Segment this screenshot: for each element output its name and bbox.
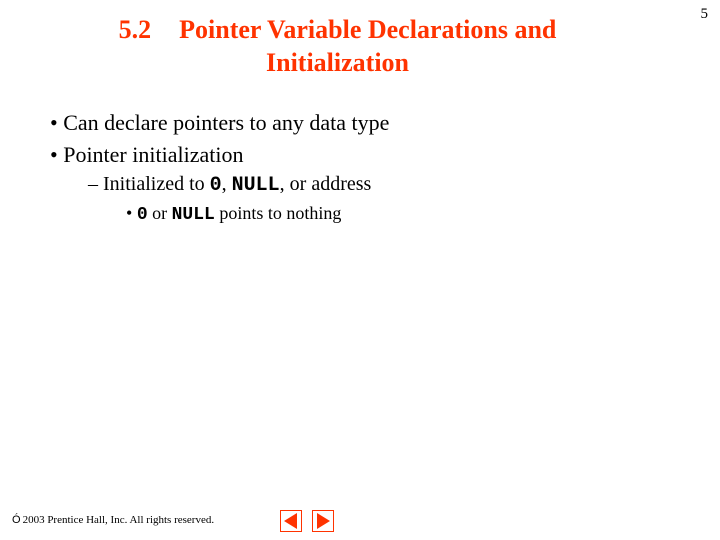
bullet-level2: Initialized to 0, NULL, or address [88,171,660,199]
text-fragment: , [222,173,232,195]
slide-body: Can declare pointers to any data type Po… [50,108,660,230]
section-number: 5.2 [119,14,152,47]
page-number: 5 [701,6,709,23]
slide: 5 5.2 Pointer Variable Declarations and I… [0,0,720,540]
code-literal: NULL [232,174,280,197]
nav-buttons [280,510,334,532]
copyright-symbol: Ó [12,514,21,526]
copyright-footer: Ó 2003 Prentice Hall, Inc. All rights re… [12,514,214,526]
next-icon[interactable] [312,510,334,532]
text-fragment: Initialized to [103,173,210,195]
prev-icon[interactable] [280,510,302,532]
text-fragment: , or address [280,173,372,195]
bullet-level3: 0 or NULL points to nothing [126,201,660,227]
section-title: Pointer Variable Declarations and Initia… [179,15,556,77]
code-literal: NULL [172,205,215,225]
bullet-level1: Can declare pointers to any data type [50,108,660,138]
text-fragment: or [148,203,172,223]
code-literal: 0 [137,205,148,225]
slide-heading: 5.2 Pointer Variable Declarations and Ini… [60,14,615,79]
code-literal: 0 [210,174,222,197]
bullet-level1: Pointer initialization [50,140,660,170]
text-fragment: points to nothing [215,203,342,223]
copyright-text: 2003 Prentice Hall, Inc. All rights rese… [23,514,215,526]
